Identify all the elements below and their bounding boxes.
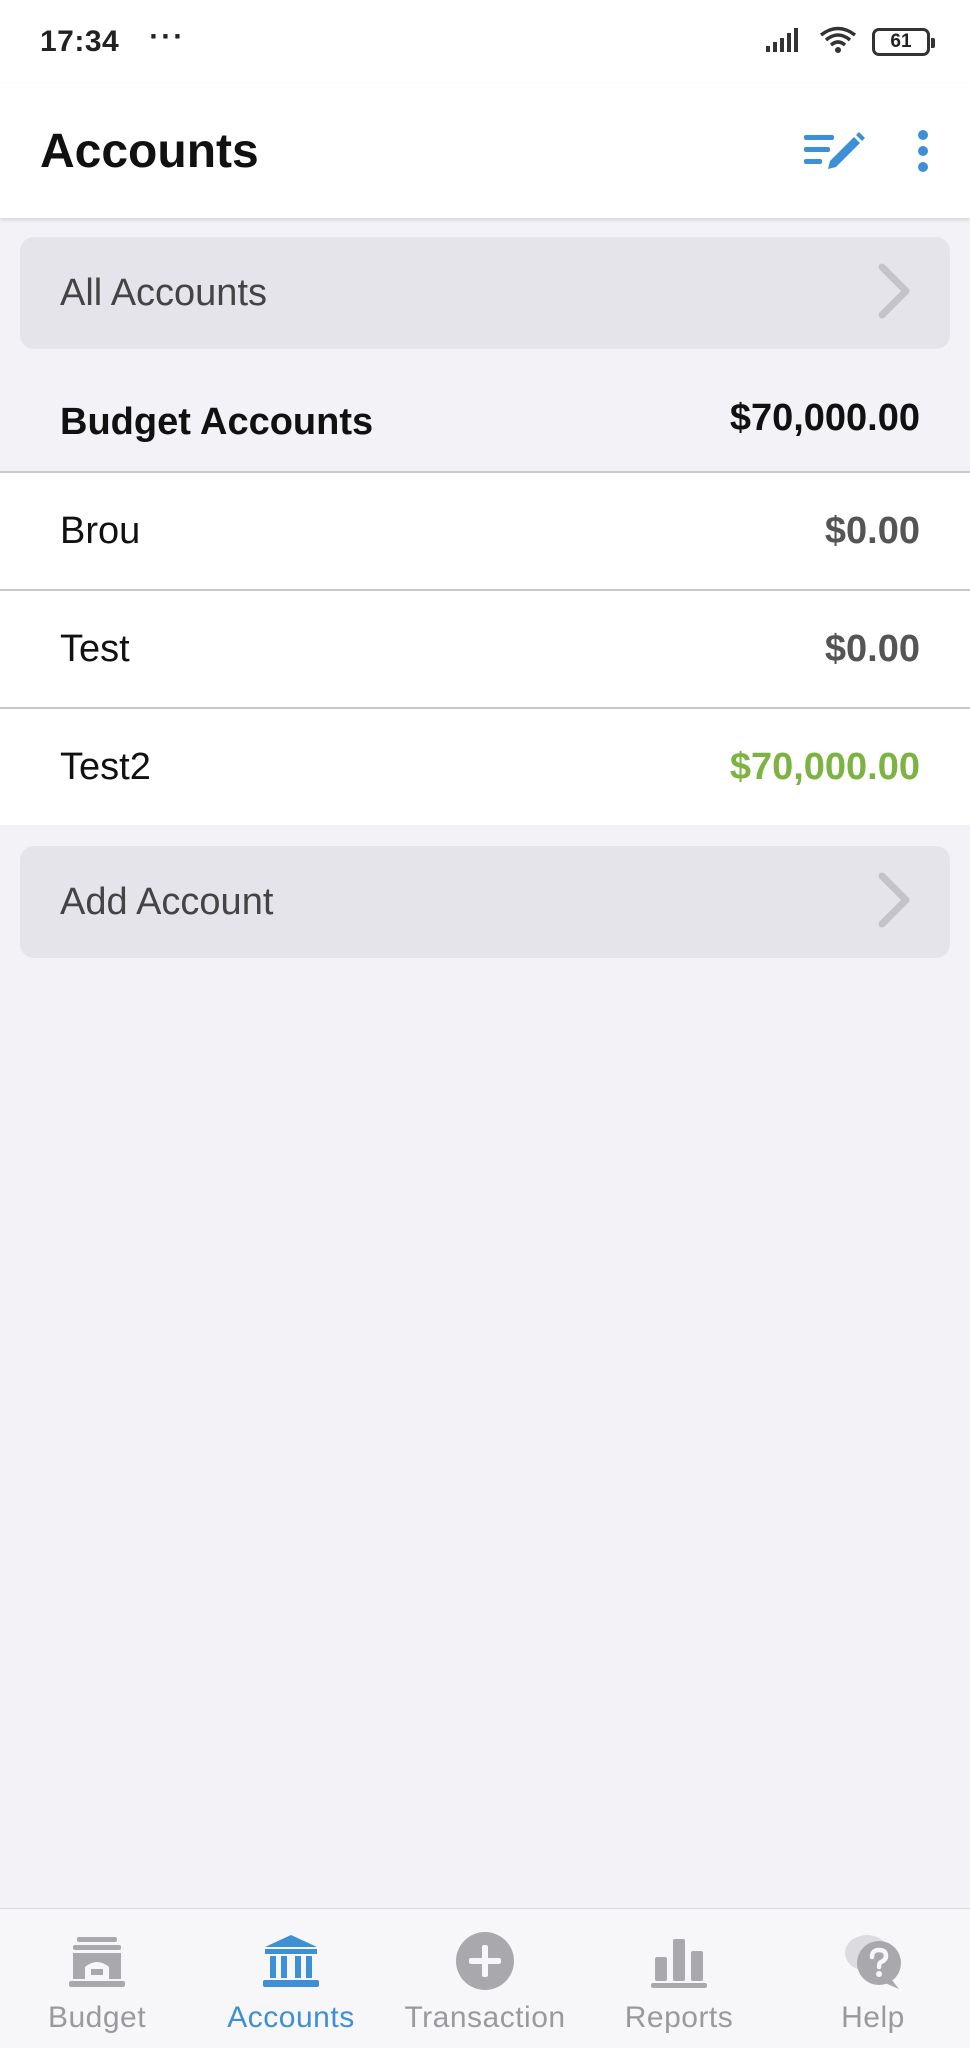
account-row-test2[interactable]: Test2 $70,000.00: [0, 709, 970, 825]
tab-label: Reports: [624, 2001, 734, 2034]
account-balance: $70,000.00: [729, 745, 920, 788]
all-accounts-label: All Accounts: [60, 271, 267, 314]
account-balance: $0.00: [824, 509, 920, 552]
bottom-nav: Budget Accounts Transaction Reports Help: [0, 1908, 970, 2048]
chevron-right-icon: [876, 872, 912, 933]
tab-help[interactable]: Help: [776, 1909, 970, 2035]
add-circle-icon: [455, 1929, 515, 1993]
bank-icon: [261, 1929, 321, 1993]
wifi-icon: [818, 25, 858, 60]
tab-label: Help: [841, 2001, 905, 2034]
bar-chart-icon: [649, 1929, 709, 1993]
add-account-label: Add Account: [60, 880, 274, 923]
edit-list-icon[interactable]: [802, 129, 866, 173]
budget-accounts-header: Budget Accounts $70,000.00: [0, 352, 970, 472]
tab-reports[interactable]: Reports: [582, 1909, 776, 2035]
help-icon: [841, 1929, 905, 1993]
page-title: Accounts: [40, 124, 259, 178]
tab-label: Accounts: [227, 2001, 355, 2034]
account-name: Brou: [60, 509, 141, 552]
status-bar: 17:34 ··· 61: [0, 0, 970, 84]
group-total: $70,000.00: [729, 396, 920, 439]
tab-accounts[interactable]: Accounts: [194, 1909, 388, 2035]
tab-label: Transaction: [404, 2001, 566, 2034]
status-notification-dots: ···: [149, 20, 186, 53]
chevron-right-icon: [876, 263, 912, 324]
account-name: Test2: [60, 745, 151, 788]
tab-transaction[interactable]: Transaction: [388, 1909, 582, 2035]
account-name: Test: [60, 627, 130, 670]
group-title: Budget Accounts: [60, 400, 374, 443]
battery-level: 61: [890, 31, 912, 52]
all-accounts-button[interactable]: All Accounts: [20, 237, 950, 349]
tab-label: Budget: [47, 2001, 147, 2034]
app-bar: Accounts: [0, 84, 970, 218]
more-vert-icon[interactable]: [916, 129, 930, 173]
add-account-button[interactable]: Add Account: [20, 846, 950, 958]
signal-icon: [764, 26, 804, 59]
account-balance: $0.00: [824, 627, 920, 670]
tab-budget[interactable]: Budget: [0, 1909, 194, 2035]
account-list: Brou $0.00 Test $0.00 Test2 $70,000.00: [0, 471, 970, 825]
status-time: 17:34: [40, 25, 120, 58]
budget-icon: [67, 1929, 127, 1993]
battery-icon: 61: [872, 28, 935, 56]
account-row-brou[interactable]: Brou $0.00: [0, 473, 970, 591]
account-row-test[interactable]: Test $0.00: [0, 591, 970, 709]
